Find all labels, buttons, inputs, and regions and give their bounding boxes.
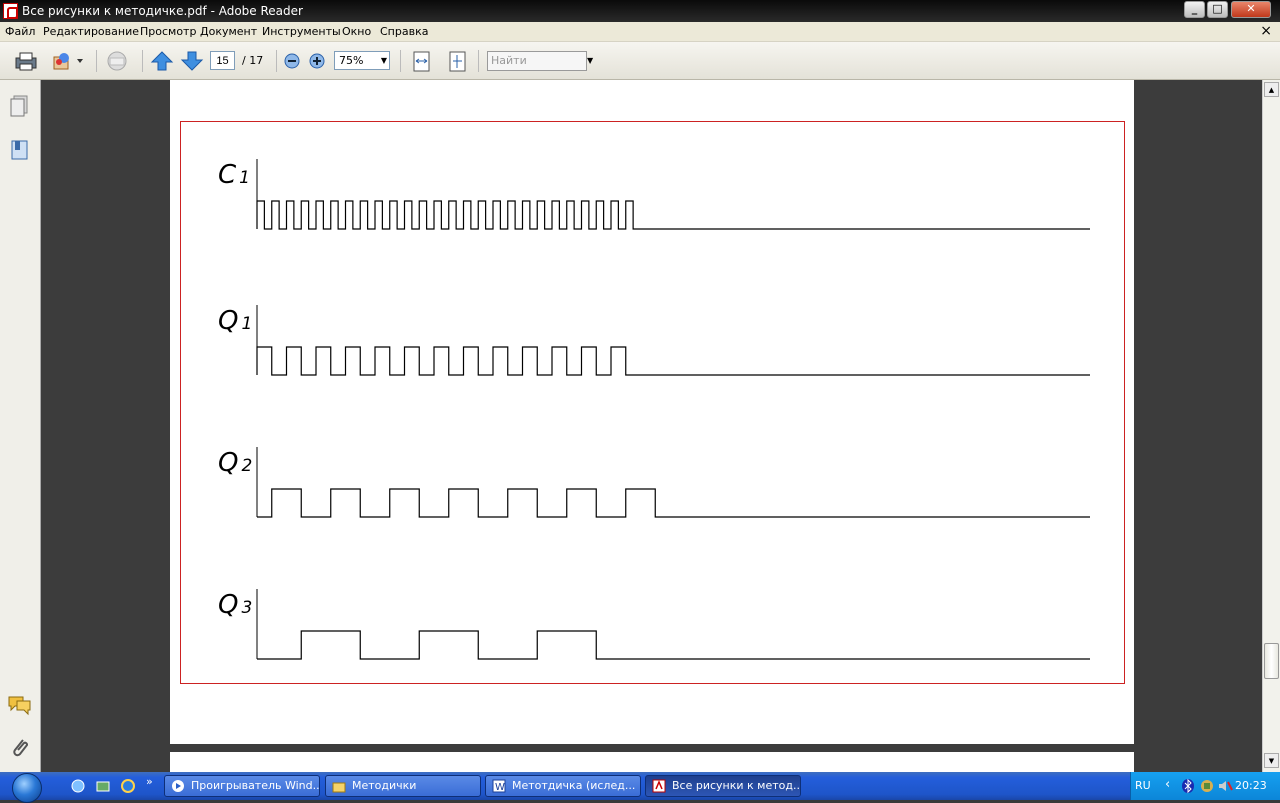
zoom-value: 75% (339, 54, 364, 67)
minimize-button[interactable]: _ (1184, 1, 1205, 18)
signal-subscript: 2 (241, 456, 252, 476)
signal-waveform (256, 346, 1090, 376)
pdf-page: C1 Q1 Q2 Q3 (170, 80, 1134, 744)
language-indicator[interactable]: RU (1135, 779, 1151, 792)
share-icon (53, 53, 83, 70)
scroll-down-button[interactable]: ▼ (1264, 753, 1279, 768)
arrow-down-icon (180, 51, 204, 71)
volume-icon[interactable] (1217, 778, 1233, 794)
close-button[interactable]: ✕ (1231, 1, 1271, 18)
page-total: / 17 (242, 54, 264, 67)
print-button[interactable] (13, 49, 39, 73)
scroll-up-button[interactable]: ▲ (1264, 82, 1279, 97)
signal-waveform (257, 630, 1090, 660)
figure-frame (180, 121, 1125, 684)
close-document-icon[interactable]: × (1260, 23, 1272, 39)
taskbar-button-adobe-reader[interactable]: Все рисунки к метод... (645, 775, 801, 797)
next-page-button[interactable] (179, 49, 205, 73)
next-pdf-page (170, 752, 1134, 772)
vertical-scrollbar[interactable]: ▲ ▼ (1262, 80, 1280, 772)
menu-edit[interactable]: Редактирование (43, 25, 139, 38)
signal-label: Q3 (218, 590, 252, 620)
menu-tools[interactable]: Инструменты (262, 25, 341, 38)
attachments-icon[interactable] (9, 736, 31, 760)
title-bar[interactable]: Все рисунки к методичке.pdf - Adobe Read… (0, 0, 1280, 22)
comment-disabled-icon (107, 51, 127, 71)
taskbar-label: Метотдичка (ислед... (512, 779, 636, 792)
signal-waveform (257, 488, 1090, 518)
comment-button[interactable] (104, 49, 130, 73)
fit-page-icon (449, 51, 466, 72)
folder-icon (332, 782, 346, 793)
menu-bar: Файл Редактирование Просмотр Документ Ин… (0, 22, 1280, 42)
arrow-up-icon (150, 51, 174, 71)
bluetooth-icon[interactable] (1181, 778, 1195, 794)
signal-waveform (256, 200, 1090, 230)
printer-icon (15, 52, 37, 71)
media-player-icon (172, 780, 184, 792)
start-button[interactable] (0, 772, 48, 803)
pdf-icon (3, 3, 18, 19)
taskbar-button-folder[interactable]: Методички (325, 775, 481, 797)
scroll-thumb[interactable] (1264, 643, 1279, 679)
network-icon[interactable] (1199, 779, 1215, 793)
menu-file[interactable]: Файл (5, 25, 35, 38)
fit-width-button[interactable] (409, 49, 435, 73)
find-input[interactable]: Найти (487, 51, 587, 71)
signal-label: Q2 (218, 448, 252, 478)
fit-page-button[interactable] (445, 49, 471, 73)
signal-subscript: 3 (241, 598, 252, 618)
share-button[interactable] (50, 49, 83, 73)
zoom-in-button[interactable] (308, 49, 334, 73)
signal-label: Q1 (218, 306, 252, 336)
menu-view[interactable]: Просмотр (140, 25, 196, 38)
tray-expand-icon[interactable]: ‹ (1165, 777, 1170, 792)
menu-document[interactable]: Документ (200, 25, 257, 38)
find-dropdown-icon[interactable]: ▼ (587, 51, 597, 71)
timing-diagram: C 1 Q 1 Q 2 Q 3 (180, 121, 1125, 684)
menu-help[interactable]: Справка (380, 25, 428, 38)
system-tray: RU ‹ 20:23 (1130, 772, 1280, 800)
taskbar-label: Проигрыватель Wind... (191, 779, 320, 792)
dropdown-arrow-icon: ▼ (380, 56, 387, 65)
ie-quicklaunch-icon[interactable] (70, 778, 86, 794)
window-title: Все рисунки к методичке.pdf - Adobe Read… (22, 4, 303, 18)
signal-subscript: 1 (241, 314, 252, 334)
desktop-quicklaunch-icon[interactable] (95, 778, 111, 794)
previous-page-button[interactable] (149, 49, 175, 73)
menu-window[interactable]: Окно (342, 25, 371, 38)
zoom-out-icon (284, 53, 300, 69)
quicklaunch-expand-icon[interactable]: » (146, 775, 153, 788)
signal-subscript: 1 (239, 168, 250, 188)
taskbar-button-media-player[interactable]: Проигрыватель Wind... (164, 775, 320, 797)
fit-width-icon (413, 51, 430, 72)
page-number-input[interactable] (210, 51, 235, 70)
browser-quicklaunch-icon[interactable] (120, 778, 136, 794)
toolbar (0, 42, 1280, 80)
pages-icon[interactable] (9, 94, 31, 118)
find-placeholder: Найти (491, 54, 527, 67)
taskbar-button-word[interactable]: W Метотдичка (ислед... (485, 775, 641, 797)
windows-orb-icon (12, 773, 42, 803)
comments-icon[interactable] (7, 694, 33, 716)
bookmarks-icon[interactable] (9, 138, 31, 162)
clock[interactable]: 20:23 (1235, 779, 1267, 792)
svg-text:W: W (495, 782, 505, 793)
taskbar-label: Методички (352, 779, 417, 792)
maximize-button[interactable]: □ (1207, 1, 1228, 18)
zoom-out-button[interactable] (283, 49, 309, 73)
signal-label: C1 (218, 160, 250, 190)
taskbar-label: Все рисунки к метод... (672, 779, 801, 792)
pdf-icon (652, 779, 666, 793)
word-icon: W (492, 779, 506, 793)
zoom-select[interactable]: 75% ▼ (334, 51, 390, 70)
zoom-in-icon (309, 53, 325, 69)
adobe-reader-window: Все рисунки к методичке.pdf - Adobe Read… (0, 0, 1280, 772)
navigation-panel (0, 80, 41, 772)
